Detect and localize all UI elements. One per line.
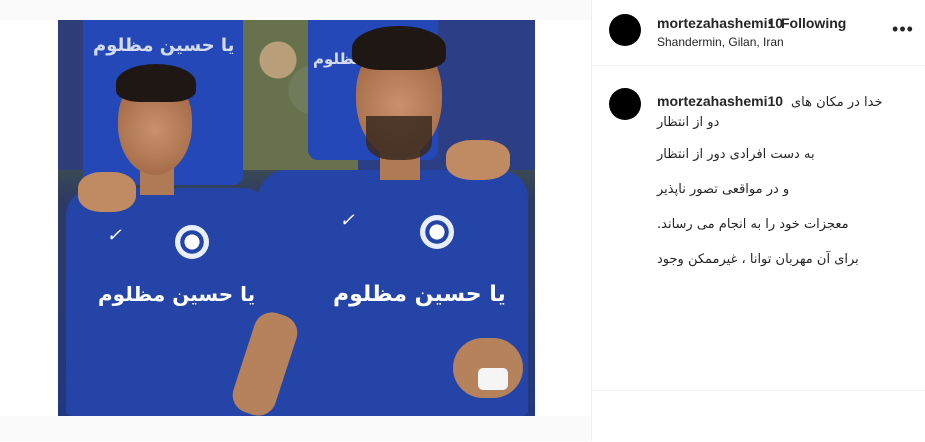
post-media-area: یا حسین مظلوم یا حسین مظلوم ✓ ✓ یا حسین …: [0, 0, 591, 441]
caption-author-username[interactable]: mortezahashemi10: [657, 93, 783, 109]
instagram-post-view: یا حسین مظلوم یا حسین مظلوم ✓ ✓ یا حسین …: [0, 0, 925, 441]
following-button[interactable]: Following: [781, 15, 846, 31]
caption-body: به دست افرادی دور از انتظار و در مواقعی …: [657, 146, 897, 286]
caption-text-line: معجزات خود را به انجام می رساند.: [657, 217, 849, 232]
more-options-icon[interactable]: •••: [892, 18, 914, 40]
comments-section: mortezahashemi10 خدا در مکان های دو از ا…: [592, 66, 925, 391]
photo-jersey-text: یا حسین مظلوم: [98, 282, 256, 306]
post-media-frame: یا حسین مظلوم یا حسین مظلوم ✓ ✓ یا حسین …: [0, 20, 591, 416]
photo-jersey-text: یا حسین مظلوم: [333, 282, 506, 307]
caption-text-line: به دست افرادی دور از انتظار: [657, 147, 815, 162]
caption-text-line: برای آن مهربان توانا ، غیرممکن وجود: [657, 252, 859, 267]
club-crest-icon: [175, 225, 209, 259]
right-player-hair: [352, 26, 446, 70]
header-separator: •: [768, 14, 773, 30]
post-photo[interactable]: یا حسین مظلوم یا حسین مظلوم ✓ ✓ یا حسین …: [58, 20, 535, 416]
caption-author-avatar[interactable]: [609, 88, 641, 120]
wristband: [478, 368, 508, 390]
caption-first-line: mortezahashemi10 خدا در مکان های دو از ا…: [657, 92, 897, 132]
post-side-panel: mortezahashemi10 • Following Shandermin,…: [591, 0, 925, 441]
author-username[interactable]: mortezahashemi10: [657, 15, 783, 31]
left-player-hair: [116, 64, 196, 102]
right-player-beard: [366, 116, 432, 160]
post-header: mortezahashemi10 • Following Shandermin,…: [592, 0, 925, 66]
club-crest-icon: [420, 215, 454, 249]
post-actions-bar: [592, 390, 925, 442]
shoulder-hand: [446, 140, 510, 180]
photo-jersey-text: یا حسین مظلوم: [93, 35, 235, 56]
shoulder-hand: [78, 172, 136, 212]
caption-text-line: و در مواقعی تصور ناپذیر: [657, 182, 790, 197]
author-avatar[interactable]: [609, 14, 641, 46]
post-location[interactable]: Shandermin, Gilan, Iran: [657, 35, 784, 49]
